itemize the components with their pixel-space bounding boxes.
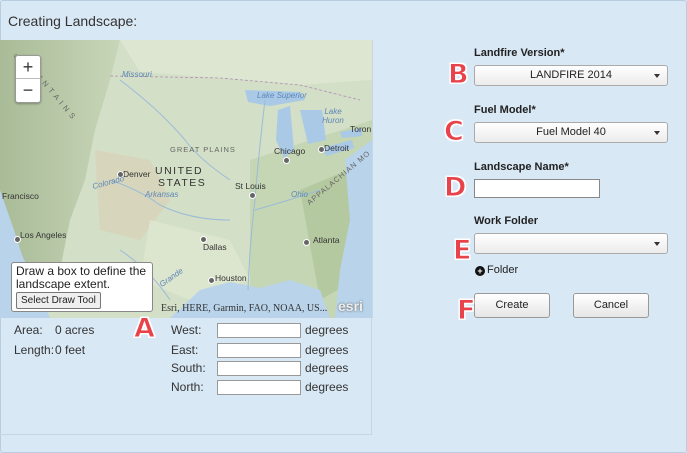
zoom-control: + − bbox=[15, 55, 41, 103]
landscape-name-input[interactable] bbox=[474, 179, 600, 198]
add-folder-link[interactable]: + Folder bbox=[475, 264, 518, 276]
map-label: UNITED bbox=[155, 165, 204, 177]
chevron-down-icon bbox=[654, 242, 660, 246]
page-title: Creating Landscape: bbox=[8, 13, 138, 29]
add-folder-label: Folder bbox=[487, 264, 519, 276]
landfire-version-value: LANDFIRE 2014 bbox=[530, 69, 612, 81]
landscape-name-label: Landscape Name* bbox=[474, 161, 569, 173]
south-unit: degrees bbox=[305, 361, 349, 375]
draw-tool-panel: Draw a box to define the landscape exten… bbox=[11, 262, 153, 312]
east-input[interactable] bbox=[217, 343, 301, 358]
annotation-marker-e: E bbox=[452, 235, 472, 267]
work-folder-select[interactable] bbox=[474, 233, 668, 254]
draw-instructions: Draw a box to define the landscape exten… bbox=[16, 264, 147, 291]
map-label: Arkansas bbox=[145, 190, 179, 199]
south-input[interactable] bbox=[217, 361, 301, 376]
annotation-marker-b: B bbox=[448, 59, 470, 91]
cancel-button[interactable]: Cancel bbox=[573, 293, 649, 318]
west-input[interactable] bbox=[217, 323, 301, 338]
east-label: East: bbox=[171, 343, 199, 357]
map-label: GREAT PLAINS bbox=[170, 145, 236, 154]
map-label: Detroit bbox=[324, 143, 350, 153]
annotation-marker-a: A bbox=[134, 313, 156, 345]
city-marker bbox=[208, 277, 215, 284]
fuel-model-value: Fuel Model 40 bbox=[536, 126, 606, 138]
landfire-version-label: Landfire Version* bbox=[474, 47, 565, 59]
annotation-marker-c: C bbox=[444, 116, 465, 148]
length-value: 0 feet bbox=[55, 343, 86, 357]
map-label: Francisco bbox=[2, 191, 39, 201]
map-label: Los Angeles bbox=[20, 230, 67, 240]
map-label: St Louis bbox=[235, 181, 266, 191]
zoom-out-button[interactable]: − bbox=[16, 79, 40, 101]
annotation-marker-d: D bbox=[443, 172, 467, 204]
west-unit: degrees bbox=[305, 323, 349, 337]
city-marker bbox=[14, 236, 21, 243]
map-label: Lake Huron bbox=[322, 107, 344, 125]
select-draw-tool-button[interactable]: Select Draw Tool bbox=[16, 292, 101, 309]
landfire-version-select[interactable]: LANDFIRE 2014 bbox=[474, 65, 668, 86]
area-label: Area: bbox=[14, 323, 43, 337]
esri-logo: esri bbox=[338, 298, 363, 314]
south-label: South: bbox=[171, 361, 206, 375]
map-label: Chicago bbox=[274, 146, 306, 156]
north-unit: degrees bbox=[305, 380, 349, 394]
north-input[interactable] bbox=[217, 380, 301, 395]
zoom-in-button[interactable]: + bbox=[16, 56, 40, 79]
east-unit: degrees bbox=[305, 343, 349, 357]
length-label: Length: bbox=[14, 343, 55, 357]
city-marker bbox=[303, 239, 310, 246]
area-value: 0 acres bbox=[55, 323, 95, 337]
chevron-down-icon bbox=[654, 74, 660, 78]
north-label: North: bbox=[171, 380, 204, 394]
create-button[interactable]: Create bbox=[474, 293, 550, 318]
city-marker bbox=[249, 192, 256, 199]
map-label: Dallas bbox=[203, 242, 227, 252]
annotation-marker-f: F bbox=[456, 295, 476, 327]
city-marker bbox=[283, 157, 290, 164]
west-label: West: bbox=[171, 323, 202, 337]
fuel-model-label: Fuel Model* bbox=[474, 104, 536, 116]
work-folder-label: Work Folder bbox=[474, 215, 538, 227]
map-label: Lake Superior bbox=[257, 91, 307, 100]
map-attribution: Esri, HERE, Garmin, FAO, NOAA, US... bbox=[161, 303, 328, 314]
city-marker bbox=[318, 146, 325, 153]
map-label: Denver bbox=[123, 169, 151, 179]
map-label: Houston bbox=[215, 273, 247, 283]
map-label: Atlanta bbox=[313, 235, 340, 245]
chevron-down-icon bbox=[654, 131, 660, 135]
map-label: Toron bbox=[350, 124, 372, 134]
plus-circle-icon: + bbox=[475, 266, 485, 276]
city-marker bbox=[200, 236, 207, 243]
fuel-model-select[interactable]: Fuel Model 40 bbox=[474, 122, 668, 143]
map-label: STATES bbox=[158, 177, 207, 189]
map-label: Missouri bbox=[122, 70, 152, 79]
map-label: Ohio bbox=[291, 190, 308, 199]
